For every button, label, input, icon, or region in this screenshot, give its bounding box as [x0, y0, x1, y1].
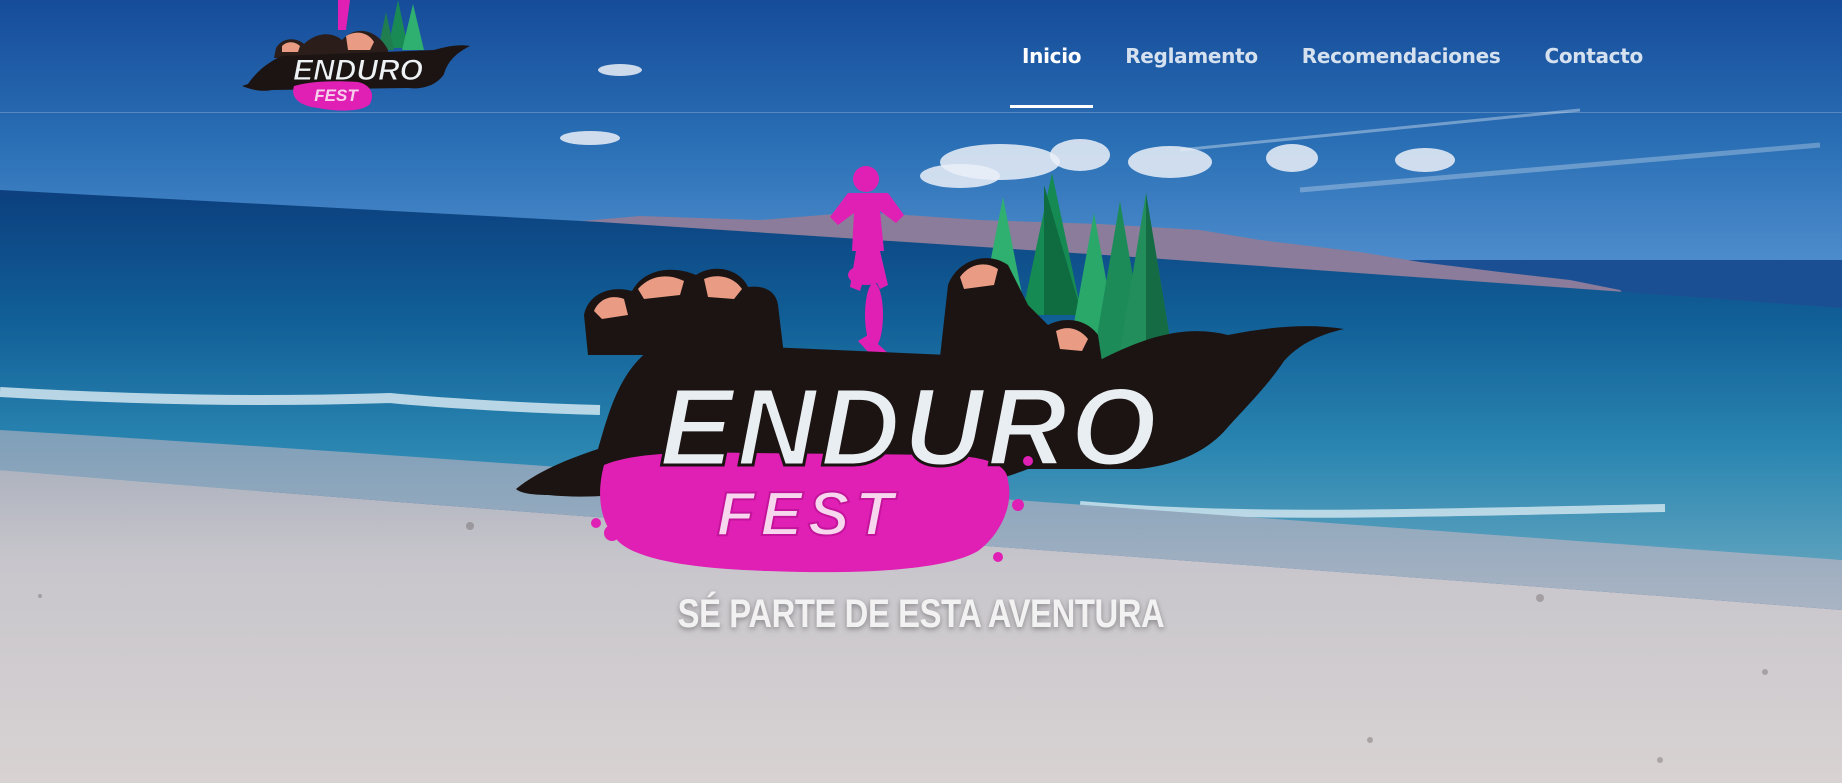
- nav-item-inicio[interactable]: Inicio: [1000, 0, 1103, 112]
- nav-item-recomendaciones[interactable]: Recomendaciones: [1280, 0, 1523, 112]
- hero-tagline: SÉ PARTE DE ESTA AVENTURA: [677, 592, 1165, 636]
- nav-item-contacto[interactable]: Contacto: [1522, 0, 1664, 112]
- site-header: ENDURO FEST Inicio Reglamento Recomendac…: [0, 0, 1842, 113]
- nav-item-reglamento[interactable]: Reglamento: [1103, 0, 1280, 112]
- site-logo[interactable]: ENDURO FEST: [238, 0, 470, 112]
- logo-text-enduro: ENDURO: [293, 54, 423, 87]
- hero-logo-text-enduro: ENDURO: [660, 366, 1161, 489]
- hero-logo: ENDURO FEST: [508, 165, 1344, 585]
- logo-text-fest: FEST: [314, 86, 359, 105]
- rider-graphic: [830, 166, 904, 373]
- hero-logo-text-fest: FEST: [717, 480, 899, 549]
- main-nav: Inicio Reglamento Recomendaciones Contac…: [1000, 0, 1665, 112]
